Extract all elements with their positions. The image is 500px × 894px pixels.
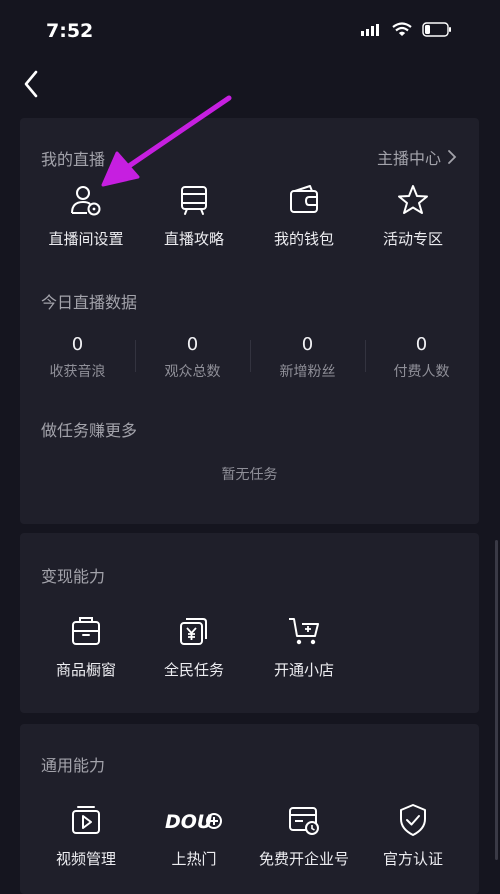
stat-new-fans: 0 新增粉丝 <box>250 334 365 381</box>
dou-plus-icon: DOU <box>165 811 222 833</box>
scrollbar[interactable] <box>495 540 498 860</box>
store-box-icon <box>72 617 100 645</box>
task-yuan-icon <box>180 618 207 645</box>
my-wallet-button[interactable]: 我的钱包 <box>254 182 354 249</box>
monetize-card: 变现能力 商品橱窗 全民任务 开通小店 <box>20 533 479 713</box>
video-manage-icon <box>72 806 100 834</box>
status-time: 7:52 <box>46 20 94 42</box>
video-manage-label: 视频管理 <box>55 850 116 868</box>
stat-label: 观众总数 <box>164 364 221 380</box>
go-trending-button[interactable]: DOU 上热门 <box>144 802 244 869</box>
battery-icon <box>422 22 451 37</box>
stat-value: 0 <box>415 334 428 355</box>
stat-viewers: 0 观众总数 <box>135 334 250 381</box>
today-stats-title: 今日直播数据 <box>41 293 138 312</box>
open-shop-label: 开通小店 <box>273 661 334 679</box>
enterprise-account-label: 免费开企业号 <box>258 850 349 868</box>
stat-value: 0 <box>71 334 84 355</box>
my-live-card: 我的直播 主播中心 直播间设置 直播攻略 我的钱包 活动专区 今日直播数据 0 … <box>20 118 479 524</box>
my-live-title: 我的直播 <box>41 150 106 169</box>
video-manage-button[interactable]: 视频管理 <box>36 802 136 869</box>
wifi-icon <box>392 22 412 36</box>
back-button[interactable] <box>18 66 48 102</box>
monetize-title: 变现能力 <box>41 567 106 586</box>
svg-text:DOU: DOU <box>165 811 213 833</box>
star-icon <box>398 185 428 214</box>
stat-value: 0 <box>186 334 199 355</box>
live-guide-label: 直播攻略 <box>163 230 224 248</box>
guide-icon <box>181 186 207 215</box>
live-room-settings-label: 直播间设置 <box>48 230 124 248</box>
stat-label: 付费人数 <box>393 364 450 380</box>
stat-label: 新增粉丝 <box>279 364 336 380</box>
stat-label: 收获音浪 <box>49 364 106 380</box>
status-bar: 7:52 <box>0 0 500 60</box>
shield-check-icon <box>400 804 426 836</box>
wallet-icon <box>290 185 318 213</box>
live-room-settings-button[interactable]: 直播间设置 <box>36 182 136 249</box>
chevron-right-icon <box>448 150 457 164</box>
open-shop-button[interactable]: 开通小店 <box>254 613 354 680</box>
signal-icon <box>361 23 379 36</box>
public-tasks-button[interactable]: 全民任务 <box>144 613 244 680</box>
activity-zone-label: 活动专区 <box>382 230 443 248</box>
live-guide-button[interactable]: 直播攻略 <box>144 182 244 249</box>
product-window-button[interactable]: 商品橱窗 <box>36 613 136 680</box>
enterprise-icon <box>289 807 319 835</box>
general-title: 通用能力 <box>41 756 106 775</box>
activity-zone-button[interactable]: 活动专区 <box>363 182 463 249</box>
official-verification-button[interactable]: 官方认证 <box>363 802 463 869</box>
user-settings-icon <box>71 186 101 216</box>
stat-sound-waves: 0 收获音浪 <box>20 334 135 381</box>
public-tasks-label: 全民任务 <box>163 661 224 679</box>
tasks-empty-text: 暂无任务 <box>221 467 278 483</box>
streamer-center-link[interactable]: 主播中心 <box>377 145 457 169</box>
streamer-center-label: 主播中心 <box>376 149 441 168</box>
general-card: 通用能力 视频管理 DOU 上热门 免费开企业号 官方认证 <box>20 724 479 894</box>
status-icons <box>360 22 452 37</box>
enterprise-account-button[interactable]: 免费开企业号 <box>254 802 354 869</box>
go-trending-label: 上热门 <box>171 850 217 868</box>
product-window-label: 商品橱窗 <box>55 661 116 679</box>
my-wallet-label: 我的钱包 <box>273 230 334 248</box>
stat-paying-users: 0 付费人数 <box>364 334 479 381</box>
official-verification-label: 官方认证 <box>382 850 443 868</box>
tasks-title: 做任务赚更多 <box>41 421 138 440</box>
stat-value: 0 <box>301 334 314 355</box>
cart-icon <box>289 618 319 645</box>
chevron-left-icon <box>24 70 38 98</box>
